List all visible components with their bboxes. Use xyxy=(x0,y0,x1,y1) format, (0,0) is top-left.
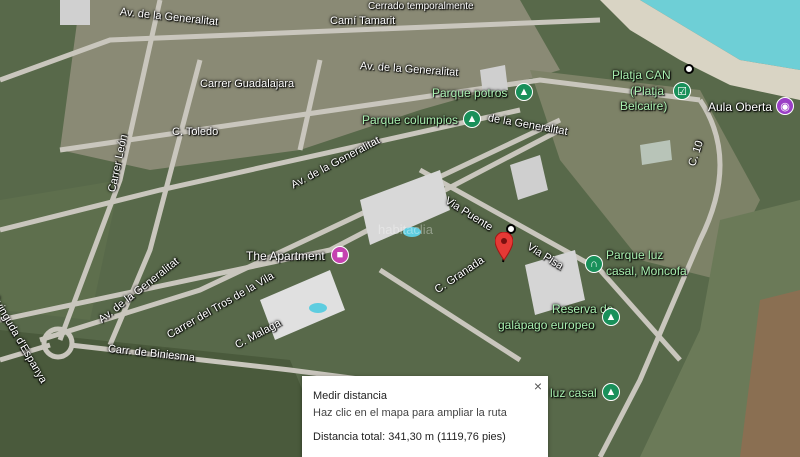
poi-label-parque-luz-2[interactable]: casal, Moncofa xyxy=(606,264,687,278)
street-label: Camí Tamarit xyxy=(330,15,396,27)
close-icon[interactable]: × xyxy=(534,378,542,394)
street-label: Carrer Guadalajara xyxy=(200,78,295,90)
beach-icon[interactable]: ☑ xyxy=(673,82,691,100)
poi-label-reserva-2[interactable]: galápago europeo xyxy=(498,318,595,332)
poi-label-luz-casal[interactable]: luz casal xyxy=(550,386,597,400)
poi-label-parque-luz[interactable]: Parque luz xyxy=(606,248,663,262)
poi-label-parque-potros[interactable]: Parque potros xyxy=(432,86,507,100)
poi-label-platja-can-2[interactable]: (Platja xyxy=(630,84,664,98)
tree-icon[interactable]: ▲ xyxy=(463,110,481,128)
poi-label-platja-can[interactable]: Platja CAN xyxy=(612,68,671,82)
measure-point[interactable] xyxy=(684,64,694,74)
pool xyxy=(309,303,327,313)
bed-icon[interactable]: ■ xyxy=(331,246,349,264)
tree-icon[interactable]: ▲ xyxy=(515,83,533,101)
panel-title: Medir distancia xyxy=(313,390,387,402)
total-distance: Distancia total: 341,30 m (1119,76 pies) xyxy=(313,431,506,443)
poi-label-parque-columpios[interactable]: Parque columpios xyxy=(362,113,458,127)
poi-label-the-apartment[interactable]: The Apartment xyxy=(246,249,325,263)
poi-label-platja-can-3[interactable]: Belcaire) xyxy=(620,99,667,113)
location-pin-icon[interactable] xyxy=(495,232,513,262)
panel-help-text: Haz clic en el mapa para ampliar la ruta xyxy=(313,407,507,419)
tree-icon[interactable]: ▲ xyxy=(602,308,620,326)
street-label: C. Toledo xyxy=(172,126,219,138)
camera-icon[interactable]: ◉ xyxy=(776,97,794,115)
playground-icon[interactable]: ∩ xyxy=(585,255,603,273)
watermark: habitaclia xyxy=(378,222,433,237)
street-label: Cerrado temporalmente xyxy=(368,1,474,12)
measure-distance-panel: × Medir distancia Haz clic en el mapa pa… xyxy=(302,376,548,457)
poi-label-aula-oberta[interactable]: Aula Oberta xyxy=(708,100,772,114)
tree-icon[interactable]: ▲ xyxy=(602,383,620,401)
